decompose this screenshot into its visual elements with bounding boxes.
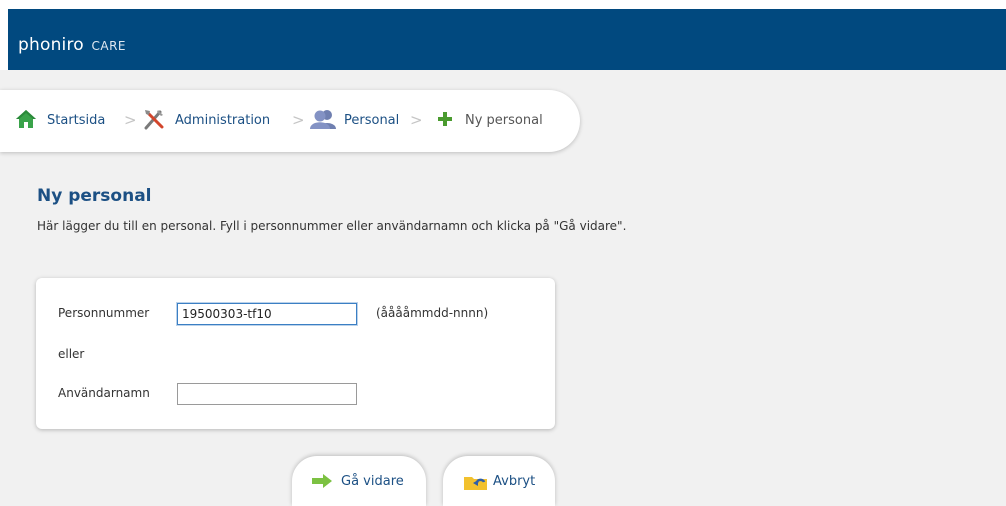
page-title: Ny personal — [37, 186, 152, 206]
breadcrumb-separator: > — [124, 111, 137, 129]
plus-icon — [438, 112, 452, 126]
breadcrumb-ny-personal: Ny personal — [465, 113, 543, 128]
users-icon — [310, 110, 336, 129]
username-input[interactable] — [177, 383, 357, 405]
username-label: Användarnamn — [58, 386, 150, 400]
brand-name: phoniro — [18, 35, 84, 55]
personnummer-label: Personnummer — [58, 306, 150, 320]
breadcrumb: Startsida > Administration > Personal > … — [0, 90, 580, 152]
breadcrumb-separator: > — [410, 111, 423, 129]
cancel-button[interactable]: Avbryt — [443, 456, 555, 506]
brand-suffix: CARE — [91, 39, 127, 53]
next-button-label: Gå vidare — [341, 474, 404, 489]
personnummer-format-hint: (ååååmmdd-nnnn) — [376, 306, 489, 320]
next-button[interactable]: Gå vidare — [292, 456, 426, 506]
breadcrumb-personal[interactable]: Personal — [344, 113, 399, 128]
top-strip — [0, 0, 1006, 9]
brand-logo[interactable]: phoniro CARE — [18, 35, 126, 55]
breadcrumb-administration[interactable]: Administration — [175, 113, 270, 128]
undo-folder-icon — [464, 477, 487, 490]
app-header: phoniro CARE — [8, 9, 1006, 70]
home-icon — [16, 110, 36, 128]
tools-icon — [144, 110, 164, 130]
breadcrumb-separator: > — [292, 111, 305, 129]
page-description: Här lägger du till en personal. Fyll i p… — [37, 219, 627, 233]
arrow-right-icon — [312, 474, 332, 488]
cancel-button-label: Avbryt — [493, 474, 536, 489]
or-label: eller — [58, 347, 85, 361]
breadcrumb-startsida[interactable]: Startsida — [47, 113, 105, 128]
form-card: Personnummer (ååååmmdd-nnnn) eller Använ… — [36, 278, 555, 429]
personnummer-input[interactable] — [177, 303, 357, 325]
